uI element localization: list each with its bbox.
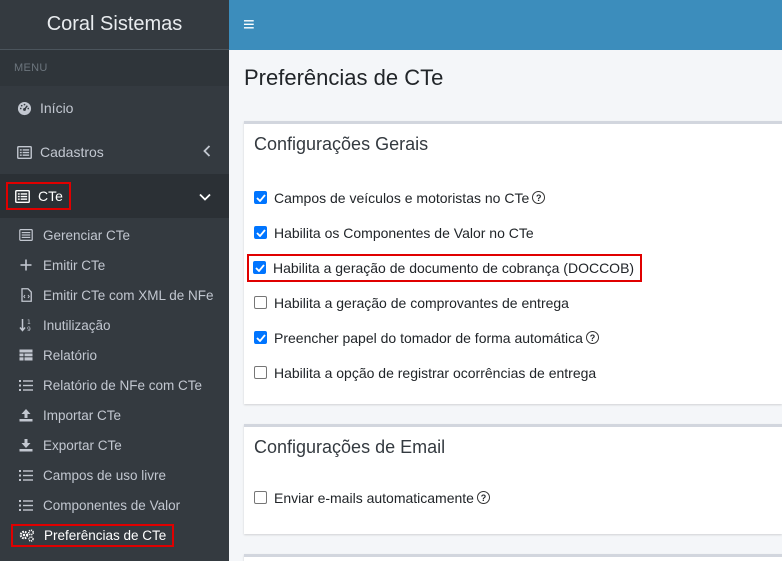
sidebar-subitem-gerenciar-cte[interactable]: Gerenciar CTe — [0, 220, 229, 250]
sidebar: Coral Sistemas MENU Início Cadastros CTe — [0, 0, 229, 561]
svg-text:1: 1 — [27, 319, 31, 326]
subitem-label: Componentes de Valor — [43, 497, 181, 513]
checkbox[interactable] — [254, 366, 267, 379]
subitem-label: Emitir CTe — [43, 257, 106, 273]
subitem-label: Relatório de NFe com CTe — [43, 377, 203, 393]
upload-icon — [18, 408, 34, 422]
subitem-label: Preferências de CTe — [44, 527, 167, 543]
option-ocorrencias-entrega[interactable]: Habilita a opção de registrar ocorrência… — [254, 355, 772, 390]
top-navbar: ≡ — [229, 0, 782, 50]
checkbox[interactable] — [254, 331, 267, 344]
menu-header: MENU — [0, 50, 229, 86]
download-icon — [18, 438, 34, 452]
card-title: Configurações Gerais — [254, 133, 429, 154]
subitem-label: Importar CTe — [43, 407, 122, 423]
cogs-icon — [19, 528, 35, 542]
option-doccob[interactable]: Habilita a geração de documento de cobra… — [247, 250, 772, 285]
next-card — [244, 554, 782, 561]
option-papel-tomador[interactable]: Preencher papel do tomador de forma auto… — [254, 320, 772, 355]
sidebar-item-label: Cadastros — [40, 144, 104, 160]
list-icon — [18, 469, 34, 482]
general-options: Campos de veículos e motoristas no CTe ?… — [244, 164, 782, 390]
sidebar-subitem-emitir-cte[interactable]: Emitir CTe — [0, 250, 229, 280]
checkbox[interactable] — [254, 191, 267, 204]
help-icon[interactable]: ? — [585, 331, 599, 344]
sidebar-item-cte[interactable]: CTe — [0, 174, 229, 218]
table-icon — [18, 349, 34, 361]
option-label: Preencher papel do tomador de forma auto… — [274, 329, 583, 346]
chevron-left-icon — [203, 144, 211, 160]
sidebar-item-cadastros[interactable]: Cadastros — [0, 130, 229, 174]
sort-numeric-icon: 19 — [18, 318, 34, 332]
cte-submenu: Gerenciar CTe Emitir CTe Emitir CTe com … — [0, 218, 229, 550]
option-label: Habilita os Componentes de Valor no CTe — [274, 224, 534, 241]
page-title: Preferências de CTe — [244, 65, 444, 90]
list-ol-icon — [18, 379, 34, 392]
option-label: Habilita a geração de comprovantes de en… — [274, 294, 569, 311]
subitem-label: Exportar CTe — [43, 437, 122, 453]
dashboard-icon — [16, 100, 32, 116]
menu-toggle-icon[interactable]: ≡ — [243, 14, 255, 37]
general-settings-card: Configurações Gerais Campos de veículos … — [244, 121, 782, 404]
email-settings-card: Configurações de Email Enviar e-mails au… — [244, 424, 782, 534]
file-code-icon — [18, 288, 34, 302]
list-icon — [18, 499, 34, 512]
subitem-label: Inutilização — [43, 317, 111, 333]
option-label: Campos de veículos e motoristas no CTe — [274, 189, 530, 206]
cte-highlight: CTe — [6, 182, 71, 210]
card-title: Configurações de Email — [254, 436, 446, 457]
subitem-label: Relatório — [43, 347, 98, 363]
sidebar-subitem-campos-uso-livre[interactable]: Campos de uso livre — [0, 460, 229, 490]
svg-text:9: 9 — [27, 326, 31, 332]
sidebar-item-label: CTe — [38, 188, 63, 204]
sidebar-subitem-relatorio[interactable]: Relatório — [0, 340, 229, 370]
sidebar-subitem-relatorio-nfe-cte[interactable]: Relatório de NFe com CTe — [0, 370, 229, 400]
checkbox[interactable] — [254, 296, 267, 309]
plus-icon — [18, 259, 34, 271]
subitem-label: Emitir CTe com XML de NFe — [43, 287, 214, 303]
main-content: Preferências de CTe Configurações Gerais… — [229, 50, 782, 561]
sidebar-item-inicio[interactable]: Início — [0, 86, 229, 130]
option-label: Habilita a geração de documento de cobra… — [273, 259, 635, 276]
sidebar-subitem-inutilizacao[interactable]: 19 Inutilização — [0, 310, 229, 340]
option-label: Habilita a opção de registrar ocorrência… — [274, 364, 597, 381]
doccob-highlight: Habilita a geração de documento de cobra… — [247, 253, 643, 282]
subitem-label: Campos de uso livre — [43, 467, 167, 483]
chevron-down-icon — [199, 188, 211, 204]
checkbox[interactable] — [254, 226, 267, 239]
brand-title[interactable]: Coral Sistemas — [0, 0, 229, 50]
sidebar-subitem-importar-cte[interactable]: Importar CTe — [0, 400, 229, 430]
option-campos-veiculos[interactable]: Campos de veículos e motoristas no CTe ? — [254, 180, 772, 215]
sidebar-subitem-componentes-valor[interactable]: Componentes de Valor — [0, 490, 229, 520]
sidebar-subitem-preferencias-cte[interactable]: Preferências de CTe — [0, 520, 229, 550]
list-alt-icon — [14, 188, 30, 204]
list-icon — [18, 229, 34, 241]
help-icon[interactable]: ? — [476, 491, 490, 504]
preferencias-highlight: Preferências de CTe — [11, 523, 175, 547]
checkbox[interactable] — [254, 491, 267, 504]
list-alt-icon — [16, 144, 32, 160]
option-componentes-valor[interactable]: Habilita os Componentes de Valor no CTe — [254, 215, 772, 250]
sidebar-item-label: Início — [40, 100, 74, 116]
option-enviar-emails[interactable]: Enviar e-mails automaticamente ? — [254, 480, 772, 515]
checkbox[interactable] — [253, 261, 266, 274]
option-label: Enviar e-mails automaticamente — [274, 489, 474, 506]
email-options: Enviar e-mails automaticamente ? — [244, 467, 782, 515]
option-comprovantes-entrega[interactable]: Habilita a geração de comprovantes de en… — [254, 285, 772, 320]
sidebar-subitem-emitir-cte-xml[interactable]: Emitir CTe com XML de NFe — [0, 280, 229, 310]
subitem-label: Gerenciar CTe — [43, 227, 131, 243]
help-icon[interactable]: ? — [532, 191, 546, 204]
sidebar-subitem-exportar-cte[interactable]: Exportar CTe — [0, 430, 229, 460]
